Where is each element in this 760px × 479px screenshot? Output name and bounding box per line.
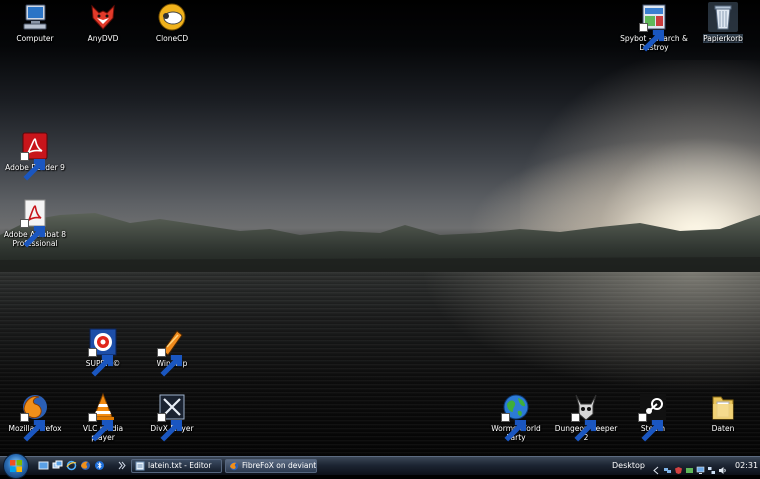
steam-icon bbox=[638, 392, 668, 442]
quicklaunch-switch-windows[interactable] bbox=[52, 460, 63, 471]
desktop-icon-label: Papierkorb bbox=[703, 34, 743, 43]
hardware-icon[interactable] bbox=[685, 460, 694, 473]
taskbar-button-editor[interactable]: latein.txt - Editor bbox=[131, 459, 222, 473]
clock[interactable]: 02:31 bbox=[735, 460, 758, 471]
shortcut-arrow-icon bbox=[20, 219, 45, 248]
adobe-acrobat-icon bbox=[20, 198, 50, 248]
desktop-icon-firefox[interactable]: Mozilla Firefox bbox=[2, 392, 68, 442]
security-shield-icon[interactable] bbox=[674, 460, 683, 474]
shortcut-arrow-icon bbox=[88, 413, 113, 442]
show-desktop-icon bbox=[38, 461, 49, 470]
desktop-icon-winamp[interactable]: Winamp bbox=[139, 327, 205, 377]
desktop-icon-spybot[interactable]: Spybot - Search & Destroy bbox=[620, 2, 688, 52]
shortcut-arrow-icon bbox=[20, 413, 45, 442]
taskbar: latein.txt - Editor FibreFoX on deviant.… bbox=[0, 453, 760, 479]
desktop-wallpaper bbox=[0, 0, 760, 456]
switch-windows-icon bbox=[52, 460, 63, 469]
network-status-icon[interactable] bbox=[707, 460, 716, 474]
taskbar-button-label: latein.txt - Editor bbox=[148, 461, 212, 470]
shortcut-arrow-icon bbox=[88, 348, 113, 377]
desktop-icon-worms[interactable]: Worms World Party bbox=[482, 392, 550, 442]
quicklaunch-show-desktop[interactable] bbox=[38, 460, 49, 471]
shortcut-arrow-icon bbox=[157, 413, 182, 442]
sheep-icon bbox=[157, 2, 187, 32]
fox-icon bbox=[88, 2, 118, 32]
vlc-cone-icon bbox=[88, 392, 118, 442]
desktop-icon-adobe-reader[interactable]: Adobe Reader 9 bbox=[2, 131, 68, 181]
shortcut-arrow-icon bbox=[571, 413, 596, 442]
windows-logo-icon bbox=[10, 460, 22, 472]
desktop-icon-label: AnyDVD bbox=[87, 34, 119, 43]
desktop-icon-vlc[interactable]: VLC media player bbox=[70, 392, 136, 442]
internet-explorer-icon bbox=[66, 460, 77, 471]
shortcut-arrow-icon bbox=[501, 413, 526, 442]
taskbar-button-firefox[interactable]: FibreFoX on deviant... bbox=[225, 459, 317, 473]
globe-icon bbox=[501, 392, 531, 442]
quicklaunch-firefox[interactable] bbox=[80, 460, 91, 471]
desktop-icon-daten[interactable]: Daten bbox=[690, 392, 756, 433]
desktop-icon-dungeon-keeper[interactable]: Dungeon Keeper 2 bbox=[552, 392, 620, 442]
desktop-icon-adobe-acrobat[interactable]: Adobe Acrobat 8 Professional bbox=[2, 198, 68, 248]
horned-skull-icon bbox=[571, 392, 601, 442]
desktop-icon-clonecd[interactable]: CloneCD bbox=[139, 2, 205, 43]
network-icon[interactable] bbox=[663, 460, 672, 473]
quicklaunch-internet-explorer[interactable] bbox=[66, 460, 77, 471]
desktop-icon-divx[interactable]: DivX Player bbox=[139, 392, 205, 442]
firefox-icon bbox=[20, 392, 50, 442]
adobe-reader-icon bbox=[20, 131, 50, 181]
tray-expand-icon[interactable] bbox=[652, 460, 661, 475]
divx-icon bbox=[157, 392, 187, 442]
winamp-icon bbox=[157, 327, 187, 377]
quicklaunch-bluetooth[interactable] bbox=[94, 460, 105, 471]
shortcut-arrow-icon bbox=[20, 152, 45, 181]
taskbar-button-label: FibreFoX on deviant... bbox=[242, 461, 317, 470]
desktop-icon-super[interactable]: SUPER © bbox=[70, 327, 136, 377]
spybot-icon bbox=[639, 2, 669, 52]
shortcut-arrow-icon bbox=[639, 23, 664, 52]
desktop-icon-label: CloneCD bbox=[155, 34, 189, 43]
water-reflection bbox=[420, 272, 760, 392]
desktop-toolbar-label[interactable]: Desktop bbox=[612, 460, 645, 471]
desktop-icon-steam[interactable]: Steam bbox=[620, 392, 686, 442]
desktop-icon-anydvd[interactable]: AnyDVD bbox=[70, 2, 136, 43]
firefox-icon bbox=[81, 461, 90, 470]
quicklaunch-overflow-chevron[interactable] bbox=[116, 460, 127, 471]
chevron-right-icon bbox=[118, 461, 126, 470]
desktop-icon-label: Daten bbox=[711, 424, 735, 433]
desktop-icon-computer[interactable]: Computer bbox=[2, 2, 68, 43]
firefox-icon bbox=[229, 461, 239, 471]
notepad-icon bbox=[135, 461, 145, 471]
start-button[interactable] bbox=[3, 453, 29, 479]
desktop-icon-recycle-bin[interactable]: Papierkorb bbox=[690, 2, 756, 43]
recycle-bin-icon bbox=[708, 2, 738, 32]
bluetooth-icon bbox=[95, 461, 104, 470]
shortcut-arrow-icon bbox=[638, 413, 663, 442]
folder-icon bbox=[708, 392, 738, 422]
volume-icon[interactable] bbox=[718, 460, 727, 474]
super-icon bbox=[88, 327, 118, 377]
desktop-icon-label: Computer bbox=[16, 34, 54, 43]
shortcut-arrow-icon bbox=[157, 348, 182, 377]
computer-icon bbox=[20, 2, 50, 32]
monitor-icon[interactable] bbox=[696, 460, 705, 474]
